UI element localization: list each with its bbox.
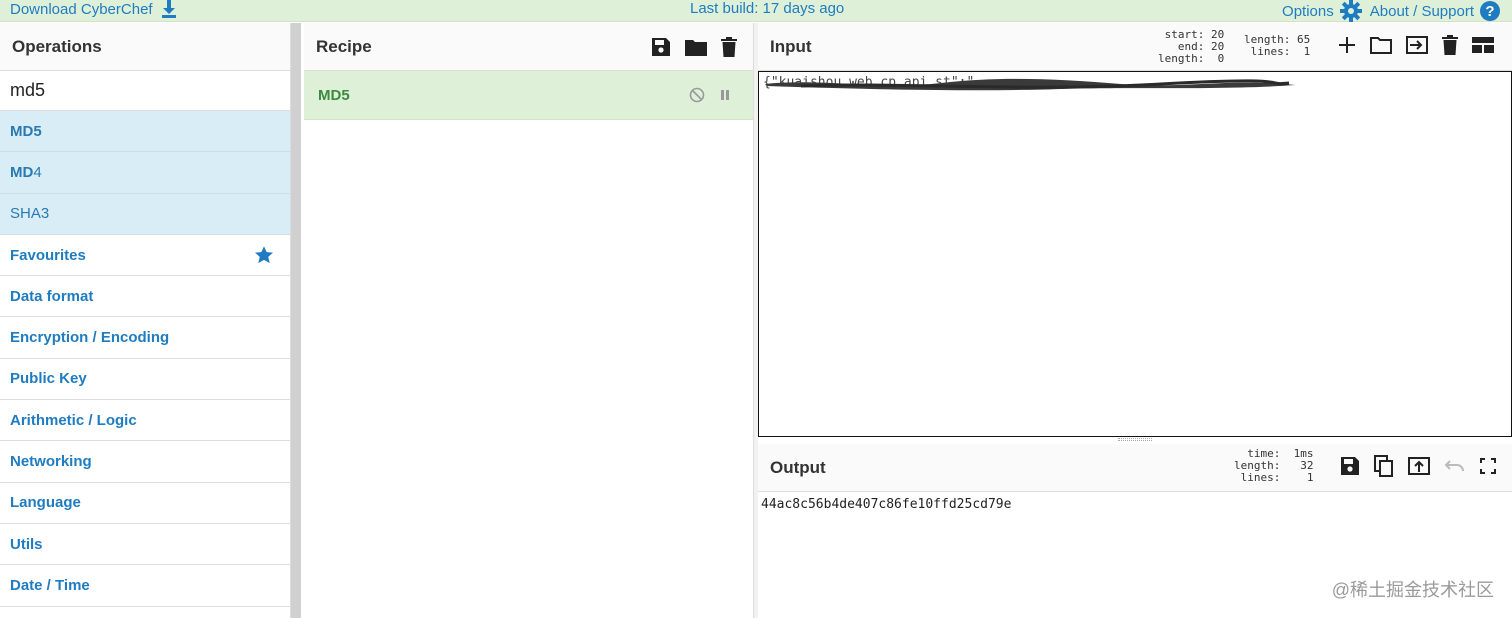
options-label: Options [1282,2,1334,20]
clear-input-icon[interactable] [1442,35,1458,55]
banner-right: Options About / Support ? [1282,0,1500,22]
category-label: Networking [10,453,92,471]
input-file-icon[interactable] [1406,36,1428,54]
top-banner: Download CyberChef Last build: 17 days a… [0,0,1512,22]
input-toolbar [1338,35,1494,55]
category-label: Arithmetic / Logic [10,411,137,429]
trash-icon[interactable] [721,36,737,57]
gear-icon [1339,0,1362,22]
operations-title: Operations [0,23,290,71]
stat-output-lines: lines: 1 [1240,471,1314,484]
recipe-operation-label: MD5 [318,86,350,104]
category-label: Favourites [10,246,86,264]
output-title: Output [770,457,826,477]
category-utils[interactable]: Utils [0,524,290,566]
last-build-text: Last build: 17 days ago [690,0,845,17]
stat-selection-length: length: 0 [1158,52,1225,65]
watermark: @稀土掘金技术社区 [1331,580,1494,600]
category-arithmetic-logic[interactable]: Arithmetic / Logic [0,400,290,442]
result-match: MD5 [10,122,42,140]
star-icon [254,245,274,265]
redaction-scribble [765,78,1295,91]
result-rest: 4 [33,163,42,181]
replace-input-icon[interactable] [1408,457,1430,475]
result-match: MD [10,163,34,181]
operations-search[interactable] [0,71,290,111]
undo-icon [1444,459,1466,473]
recipe-operation-controls [689,87,731,103]
recipe-toolbar [651,36,753,57]
layout-icon[interactable] [1472,37,1494,53]
about-support-link[interactable]: About / Support ? [1370,1,1500,21]
category-public-key[interactable]: Public Key [0,359,290,401]
resize-grip[interactable] [1118,438,1152,441]
copy-icon[interactable] [1374,455,1394,477]
help-icon: ? [1480,1,1500,21]
folder-icon[interactable] [685,38,707,56]
input-textarea[interactable]: {"kuaishou.web.cp.api_st":" [758,71,1512,437]
plus-icon[interactable] [1338,36,1356,54]
category-encryption-encoding[interactable]: Encryption / Encoding [0,317,290,359]
result-rest: SHA3 [10,205,50,223]
search-input[interactable] [10,80,270,101]
save-output-icon[interactable] [1340,456,1360,476]
category-label: Data format [10,287,94,305]
category-data-format[interactable]: Data format [0,276,290,318]
category-label: Encryption / Encoding [10,329,170,347]
operations-panel: Operations MD5 MD4 SHA3 Favourites Data … [0,23,291,618]
about-label: About / Support [1369,2,1474,20]
input-title: Input [770,36,812,56]
category-label: Utils [10,535,43,553]
operations-scrollbar[interactable] [291,23,301,618]
output-toolbar [1340,455,1496,477]
output-text[interactable]: 44ac8c56b4de407c86fe10ffd25cd79e [761,497,1011,512]
category-language[interactable]: Language [0,483,290,524]
category-label: Date / Time [10,576,90,594]
download-label: Download CyberChef [10,0,153,18]
category-label: Language [10,494,81,512]
disable-icon[interactable] [689,87,705,103]
stat-lines: lines: 1 [1250,45,1311,58]
input-length-stats: length: 65 lines: 1 [1244,34,1310,58]
maximize-icon[interactable] [1480,458,1496,474]
operation-result-md5[interactable]: MD5 [0,111,290,153]
recipe-operation-md5[interactable]: MD5 [304,71,753,120]
download-icon [161,0,177,18]
pause-icon[interactable] [719,89,731,101]
operation-result-md4[interactable]: MD 4 [0,152,290,194]
save-icon[interactable] [651,37,671,57]
recipe-title: Recipe [316,36,372,56]
input-selection-stats: start: 20 end: 20 length: 0 [1158,29,1224,65]
category-date-time[interactable]: Date / Time [0,565,290,607]
io-panel: Input start: 20 end: 20 length: 0 length… [758,23,1512,618]
download-link[interactable]: Download CyberChef [10,0,177,18]
output-stats: time: 1ms length: 32 lines: 1 [1234,448,1313,484]
open-folder-icon[interactable] [1370,36,1392,54]
category-networking[interactable]: Networking [0,441,290,483]
category-favourites[interactable]: Favourites [0,235,290,277]
category-label: Public Key [10,370,87,388]
recipe-panel: Recipe MD5 [304,23,754,618]
operation-result-sha3[interactable]: SHA3 [0,193,290,235]
recipe-header: Recipe [304,23,753,71]
options-link[interactable]: Options [1282,0,1362,22]
